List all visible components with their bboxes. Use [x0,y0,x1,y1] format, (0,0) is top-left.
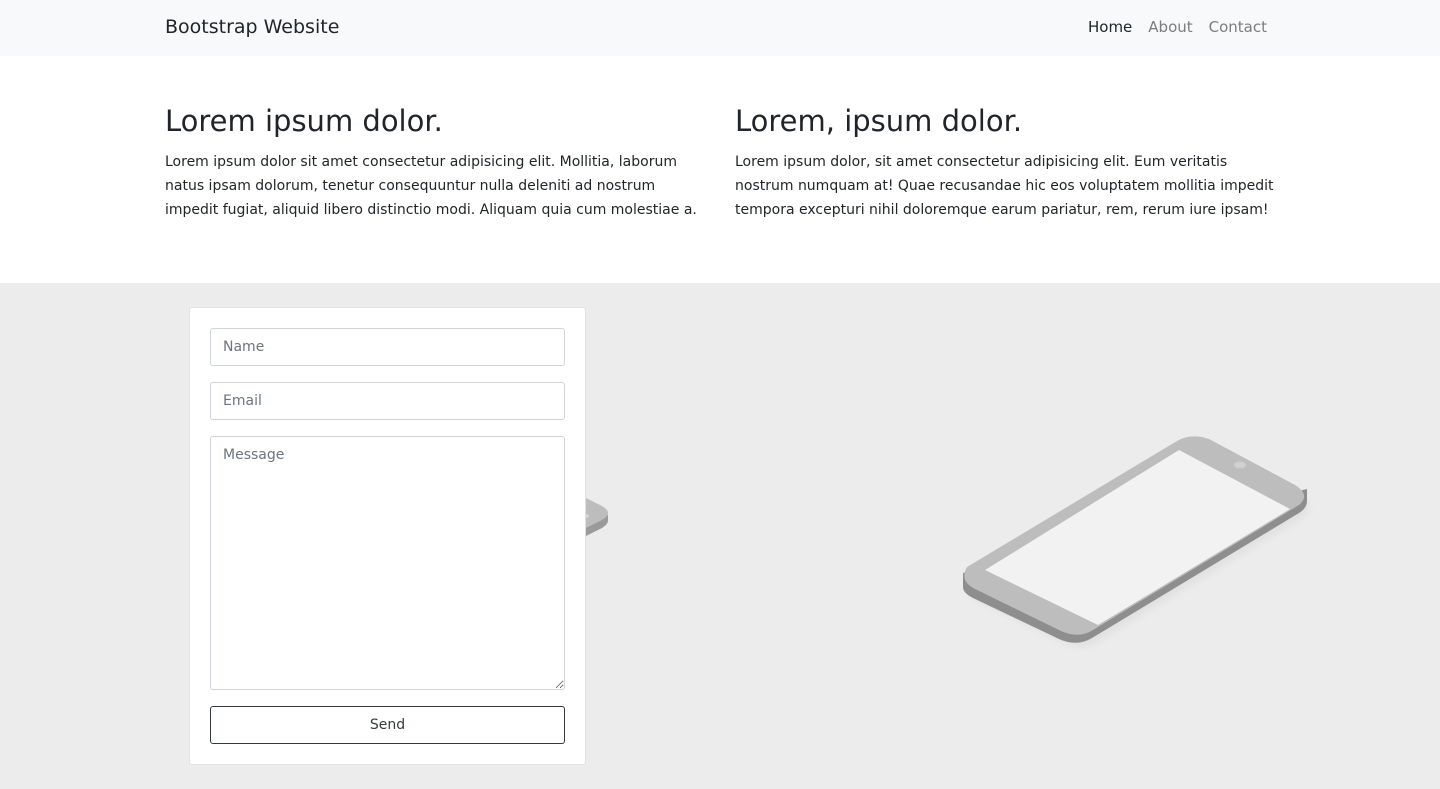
message-textarea[interactable] [210,436,565,690]
nav-link-contact[interactable]: Contact [1209,18,1267,36]
intro-column-right: Lorem, ipsum dolor. Lorem ipsum dolor, s… [735,103,1275,222]
intro-heading-right: Lorem, ipsum dolor. [735,104,1023,138]
email-input[interactable] [210,382,565,420]
phone-illustration [963,436,1309,647]
intro-text-right: Lorem ipsum dolor, sit amet consectetur … [735,154,1274,218]
name-input[interactable] [210,328,565,366]
intro-section: Lorem ipsum dolor. Lorem ipsum dolor sit… [0,56,1440,283]
nav-links: Home About Contact [1088,18,1267,36]
intro-column-left: Lorem ipsum dolor. Lorem ipsum dolor sit… [165,103,705,222]
navbar: Bootstrap Website Home About Contact [0,0,1440,56]
intro-heading-left: Lorem ipsum dolor. [165,104,443,138]
contact-section: Send [0,283,1440,789]
contact-form-card: Send [189,307,586,765]
navbar-brand[interactable]: Bootstrap Website [165,16,339,38]
nav-link-home[interactable]: Home [1088,18,1132,36]
nav-link-about[interactable]: About [1148,18,1192,36]
send-button[interactable]: Send [210,706,565,744]
intro-text-left: Lorem ipsum dolor sit amet consectetur a… [165,154,697,218]
